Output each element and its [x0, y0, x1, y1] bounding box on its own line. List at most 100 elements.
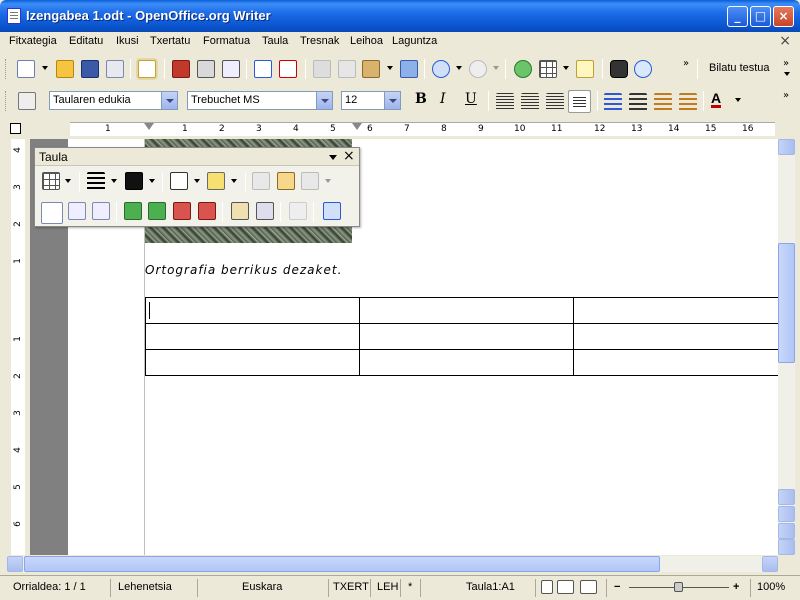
edit-file-icon[interactable]	[138, 60, 156, 78]
menu-view[interactable]: Ikusi	[116, 35, 139, 47]
paste-dropdown-arrow[interactable]	[387, 66, 393, 70]
align-bottom-icon[interactable]	[92, 202, 110, 220]
document-paragraph[interactable]: Ortografia berrikus dezaket.	[145, 263, 342, 277]
email-icon[interactable]	[106, 60, 124, 78]
toolbar-overflow-icon[interactable]: »	[683, 58, 689, 69]
chevron-down-icon[interactable]	[161, 92, 177, 109]
navigation-button[interactable]	[778, 523, 795, 539]
close-document-icon[interactable]: ×	[779, 33, 791, 49]
delete-column-icon[interactable]	[198, 202, 216, 220]
find-replace-icon[interactable]	[610, 60, 628, 78]
horizontal-scroll-thumb[interactable]	[24, 556, 660, 572]
table-cell[interactable]	[359, 349, 574, 376]
maximize-button[interactable]: □	[750, 6, 771, 27]
align-left-icon[interactable]	[496, 93, 514, 111]
delete-row-icon[interactable]	[173, 202, 191, 220]
table-cell[interactable]	[573, 323, 778, 350]
single-page-view-icon[interactable]	[541, 580, 553, 594]
italic-button[interactable]: I	[440, 91, 446, 107]
insert-row-icon[interactable]	[124, 202, 142, 220]
background-color-dropdown-arrow[interactable]	[231, 179, 237, 183]
first-line-indent-marker[interactable]	[144, 123, 154, 130]
vertical-scroll-thumb[interactable]	[778, 243, 795, 363]
split-cells-icon[interactable]	[277, 172, 295, 190]
styles-formatting-icon[interactable]	[18, 92, 36, 110]
insert-column-icon[interactable]	[148, 202, 166, 220]
menu-file[interactable]: Fitxategia	[9, 35, 57, 47]
chevron-down-icon[interactable]	[316, 92, 332, 109]
find-overflow-icon[interactable]: »	[783, 58, 789, 69]
menu-help[interactable]: Laguntza	[392, 35, 437, 47]
horizontal-scrollbar[interactable]	[7, 556, 778, 572]
background-color-icon[interactable]	[207, 172, 225, 190]
book-view-icon[interactable]	[580, 580, 597, 594]
show-draw-functions-icon[interactable]	[576, 60, 594, 78]
clone-formatting-icon[interactable]	[400, 60, 418, 78]
table-toolbar-titlebar[interactable]: Taula ×	[35, 148, 359, 166]
vertical-scrollbar[interactable]	[778, 139, 795, 555]
justify-icon[interactable]	[568, 90, 591, 113]
bullets-icon[interactable]	[629, 93, 647, 111]
vertical-ruler[interactable]: 4 3 2 1 1 2 3 4 5 6	[7, 139, 29, 555]
numbering-icon[interactable]	[604, 93, 622, 111]
line-style-dropdown-arrow[interactable]	[111, 179, 117, 183]
navigator-compass-icon[interactable]	[634, 60, 652, 78]
find-toolbar-arrow[interactable]	[784, 72, 790, 76]
menu-table[interactable]: Taula	[262, 35, 288, 47]
autoformat-icon[interactable]	[231, 202, 249, 220]
toolbar-grip[interactable]	[5, 59, 8, 79]
borders-icon[interactable]	[170, 172, 188, 190]
save-icon[interactable]	[81, 60, 99, 78]
table-cell[interactable]	[145, 297, 360, 324]
table-floating-toolbar[interactable]: Taula ×	[34, 147, 360, 227]
center-vertically-icon[interactable]	[68, 202, 86, 220]
table-cell[interactable]	[573, 297, 778, 324]
page-style[interactable]: Lehenetsia	[118, 581, 172, 593]
decrease-indent-icon[interactable]	[654, 93, 672, 111]
open-folder-icon[interactable]	[56, 60, 74, 78]
bold-button[interactable]: B	[415, 91, 427, 107]
print-icon[interactable]	[197, 60, 215, 78]
menu-format[interactable]: Formatua	[203, 35, 250, 47]
line-style-icon[interactable]	[87, 172, 105, 190]
scroll-left-button[interactable]	[7, 556, 23, 572]
selection-mode[interactable]: LEH	[377, 581, 398, 593]
align-center-icon[interactable]	[521, 93, 539, 111]
menu-window[interactable]: Leihoa	[350, 35, 383, 47]
paste-icon[interactable]	[362, 60, 380, 78]
find-text-field[interactable]: Bilatu testua	[709, 62, 770, 74]
align-right-icon[interactable]	[546, 93, 564, 111]
menu-tools[interactable]: Tresnak	[300, 35, 339, 47]
insert-mode[interactable]: TXERT	[333, 581, 369, 593]
language-indicator[interactable]: Euskara	[242, 581, 282, 593]
table-dropdown-arrow[interactable]	[65, 179, 71, 183]
ruler-track[interactable]: 1 1 2 3 4 5 6 7 8 9 10 11 12 13 14 15 16	[70, 122, 775, 136]
font-color-dropdown-arrow[interactable]	[735, 98, 741, 102]
scroll-right-button[interactable]	[762, 556, 778, 572]
align-top-icon[interactable]	[41, 202, 63, 224]
table-icon[interactable]	[42, 172, 60, 190]
previous-page-button[interactable]	[778, 506, 795, 522]
zoom-slider-thumb[interactable]	[674, 582, 683, 592]
undo-icon[interactable]	[432, 60, 450, 78]
table-properties-icon[interactable]	[256, 202, 274, 220]
next-page-button[interactable]	[778, 539, 795, 555]
borders-dropdown-arrow[interactable]	[194, 179, 200, 183]
chevron-down-icon[interactable]	[384, 92, 400, 109]
scroll-up-button[interactable]	[778, 139, 795, 155]
table-cell[interactable]	[145, 323, 360, 350]
horizontal-ruler[interactable]: 1 1 2 3 4 5 6 7 8 9 10 11 12 13 14 15 16	[0, 119, 800, 139]
right-indent-marker[interactable]	[352, 123, 362, 130]
new-dropdown-arrow[interactable]	[42, 66, 48, 70]
print-preview-icon[interactable]	[222, 60, 240, 78]
document-table[interactable]	[145, 297, 778, 376]
navigator-icon[interactable]	[514, 60, 532, 78]
font-color-button[interactable]: A	[711, 91, 722, 108]
zoom-level[interactable]: 100%	[757, 581, 785, 593]
page-indicator[interactable]: Orrialdea: 1 / 1	[13, 581, 86, 593]
sum-icon[interactable]	[323, 202, 341, 220]
font-size-select[interactable]: 12	[341, 91, 401, 110]
insert-table-icon[interactable]	[539, 60, 557, 78]
zoom-in-button[interactable]: +	[733, 581, 739, 593]
zoom-out-button[interactable]: −	[614, 581, 620, 593]
